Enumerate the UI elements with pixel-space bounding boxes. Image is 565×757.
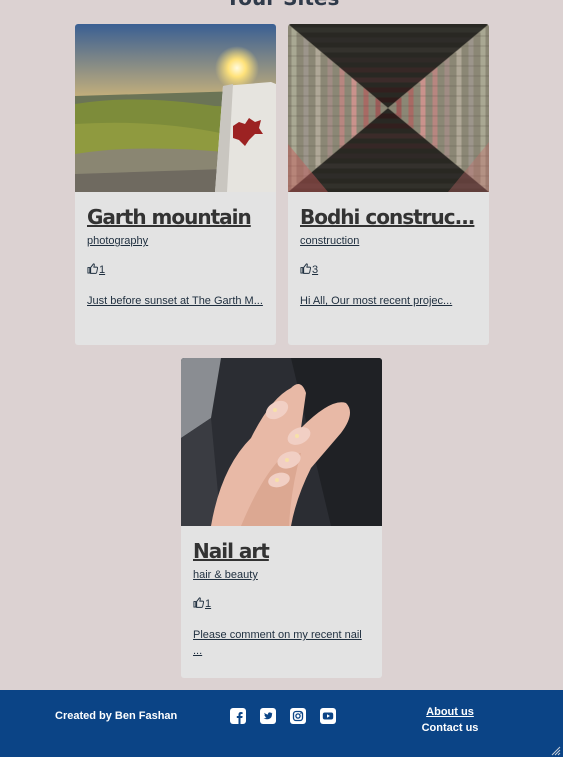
footer-links: About us Contact us	[420, 704, 480, 736]
site-footer: Created by Ben Fashan About us Contact u…	[0, 690, 563, 757]
card-title-garth[interactable]: Garth mountain	[87, 204, 264, 230]
card-excerpt-garth[interactable]: Just before sunset at The Garth M...	[87, 293, 264, 309]
thumbs-up-icon	[193, 597, 205, 611]
like-count-garth: 1	[99, 264, 106, 276]
instagram-icon[interactable]	[290, 708, 306, 724]
footer-credit: Created by Ben Fashan	[55, 710, 178, 722]
card-image-garth[interactable]	[75, 24, 276, 192]
page-heading: Your Sites	[0, 0, 565, 10]
post-card-garth[interactable]: Garth mountain photography 1 Just before…	[75, 24, 276, 345]
card-title-nail-art[interactable]: Nail art	[193, 538, 370, 564]
resize-grip-icon[interactable]	[549, 743, 561, 756]
about-us-link[interactable]: About us	[420, 704, 480, 720]
card-category-garth[interactable]: photography	[87, 235, 148, 247]
like-button-bodhi[interactable]: 3	[300, 263, 477, 277]
social-links	[230, 708, 336, 724]
like-button-nail-art[interactable]: 1	[193, 597, 370, 611]
post-card-nail-art[interactable]: Nail art hair & beauty 1 Please comment …	[181, 358, 382, 678]
card-image-nail-art[interactable]	[181, 358, 382, 526]
card-title-bodhi[interactable]: Bodhi construc...	[300, 204, 477, 230]
card-category-bodhi[interactable]: construction	[300, 235, 359, 247]
facebook-icon[interactable]	[230, 708, 246, 724]
like-count-bodhi: 3	[312, 264, 319, 276]
thumbs-up-icon	[87, 263, 99, 277]
card-category-nail-art[interactable]: hair & beauty	[193, 569, 258, 581]
thumbs-up-icon	[300, 263, 312, 277]
like-button-garth[interactable]: 1	[87, 263, 264, 277]
card-excerpt-nail-art[interactable]: Please comment on my recent nail ...	[193, 627, 370, 659]
twitter-icon[interactable]	[260, 708, 276, 724]
card-excerpt-bodhi[interactable]: Hi All, Our most recent projec...	[300, 293, 477, 309]
contact-us-link[interactable]: Contact us	[420, 720, 480, 736]
youtube-icon[interactable]	[320, 708, 336, 724]
like-count-nail-art: 1	[205, 598, 212, 610]
card-image-bodhi[interactable]	[288, 24, 489, 192]
post-card-bodhi[interactable]: Bodhi construc... construction 3 Hi All,…	[288, 24, 489, 345]
